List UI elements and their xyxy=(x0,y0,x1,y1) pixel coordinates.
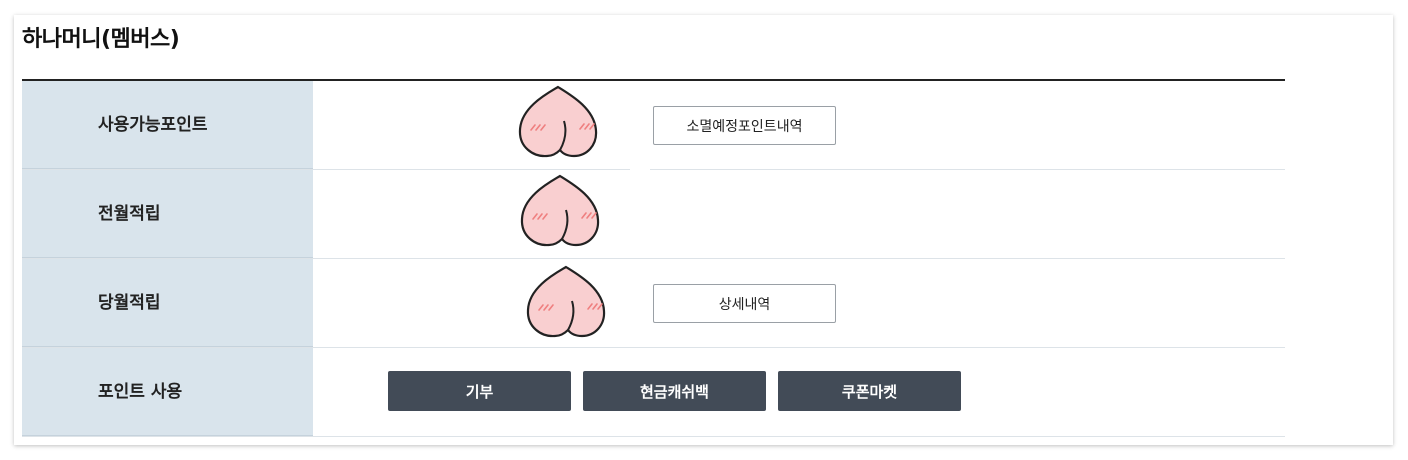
row-last-month-earned: 전월적립 xyxy=(22,170,1285,259)
page-title: 하나머니(멤버스) xyxy=(22,27,180,52)
peach-icon xyxy=(518,85,598,158)
label-cell: 포인트 사용 xyxy=(22,348,313,436)
label-cell: 전월적립 xyxy=(22,170,313,258)
row-this-month-earned: 당월적립 상세내역 xyxy=(22,259,1285,348)
donate-button[interactable]: 기부 xyxy=(388,371,571,411)
peach-icon xyxy=(520,174,600,247)
label-cell: 당월적립 xyxy=(22,259,313,347)
row-available-points: 사용가능포인트 소멸예정포인트내역 xyxy=(22,81,1285,170)
detail-history-button[interactable]: 상세내역 xyxy=(653,284,836,323)
available-points-label: 사용가능포인트 xyxy=(98,115,208,135)
label-cell: 사용가능포인트 xyxy=(22,81,313,169)
coupon-market-button[interactable]: 쿠폰마켓 xyxy=(778,371,961,411)
peach-icon xyxy=(526,265,606,338)
points-table: 사용가능포인트 소멸예정포인트내역 전월적립 당월적립 상세내역 포인트 사용 … xyxy=(22,81,1285,437)
this-month-earned-label: 당월적립 xyxy=(98,293,161,313)
use-points-label: 포인트 사용 xyxy=(98,382,183,402)
expiring-points-button[interactable]: 소멸예정포인트내역 xyxy=(653,106,836,145)
row-use-points: 포인트 사용 기부 현금캐쉬백 쿠폰마켓 xyxy=(22,348,1285,437)
hana-money-card: 하나머니(멤버스) 사용가능포인트 소멸예정포인트내역 전월적립 당월적립 상세… xyxy=(14,15,1393,445)
cashback-button[interactable]: 현금캐쉬백 xyxy=(583,371,766,411)
last-month-earned-label: 전월적립 xyxy=(98,204,161,224)
